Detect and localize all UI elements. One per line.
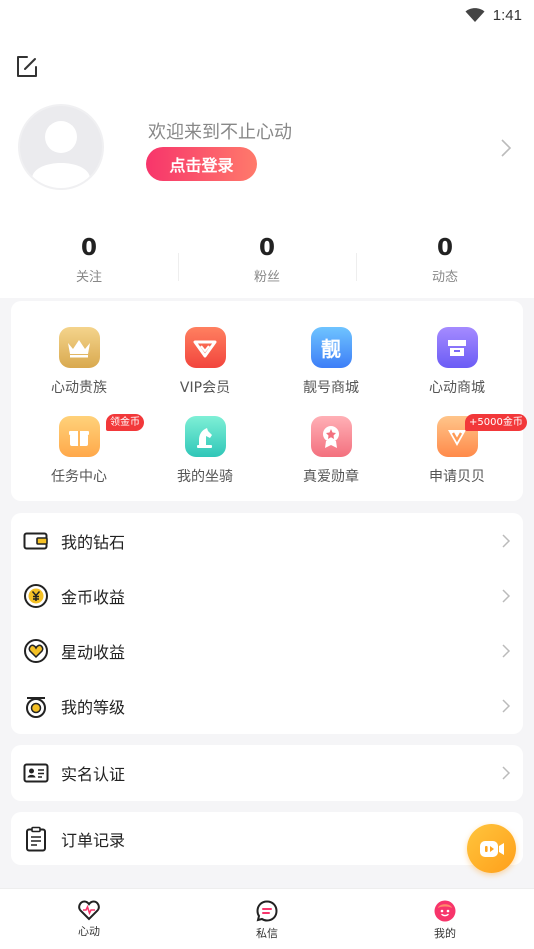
- feature-medal[interactable]: 真爱勋章: [267, 416, 395, 486]
- wallet-icon: [23, 528, 49, 554]
- level-icon: [23, 693, 49, 719]
- feature-label: 靓号商城: [303, 380, 359, 396]
- nav-tab-messages[interactable]: 私信: [178, 889, 356, 949]
- coin-reward-tag: 领金币: [106, 414, 144, 431]
- stat-follow[interactable]: 0 关注: [0, 233, 178, 293]
- menu-item-real-name[interactable]: 实名认证: [11, 745, 523, 801]
- feature-noble[interactable]: 心动贵族: [15, 327, 143, 397]
- feature-label: VIP会员: [179, 380, 231, 396]
- knight-icon: [184, 416, 226, 457]
- menu-item-star-income[interactable]: 星动收益: [11, 623, 523, 678]
- coin-bonus-tag: +5000金币: [465, 414, 527, 431]
- stat-label: 粉丝: [253, 270, 280, 285]
- stat-label: 动态: [431, 270, 458, 285]
- menu-item-label: 订单记录: [61, 830, 126, 850]
- yuan-coin-icon: [23, 583, 49, 609]
- me-face-icon: [434, 900, 456, 922]
- status-bar: 1:41: [0, 0, 534, 30]
- default-avatar-icon: [32, 121, 90, 188]
- menu-list: 我的钻石 金币收益 星动收益 我的等级: [11, 513, 523, 734]
- pretty-number-glyph: 靓: [321, 337, 341, 361]
- welcome-text: 欢迎来到不止心动: [148, 122, 292, 143]
- menu-item-label: 星动收益: [61, 642, 126, 662]
- heart-pulse-icon: [78, 900, 100, 921]
- menu-item-orders[interactable]: 订单记录: [11, 812, 523, 865]
- feature-label: 申请贝贝: [429, 469, 485, 485]
- feature-label: 真爱勋章: [303, 469, 359, 485]
- feature-label: 心动贵族: [51, 380, 107, 396]
- gift-box-icon: [58, 416, 100, 457]
- status-time: 1:41: [492, 6, 522, 24]
- feature-grid: 心动贵族 VIP会员 靓 靓号商城 心动商城 任务中心 领金币 我的坐骑 真爱勋…: [11, 301, 527, 501]
- feature-task-center[interactable]: 任务中心 领金币: [15, 414, 144, 486]
- menu-item-label: 我的等级: [61, 697, 126, 717]
- feature-label: 任务中心: [51, 469, 107, 485]
- menu-item-level[interactable]: 我的等级: [11, 678, 523, 733]
- feature-label: 心动商城: [429, 380, 485, 396]
- crown-icon: [58, 327, 100, 368]
- chevron-right-icon: [502, 698, 511, 713]
- stat-number: 0: [436, 235, 453, 261]
- edit-icon[interactable]: [14, 54, 40, 80]
- stat-number: 0: [80, 235, 97, 261]
- shop-icon: [436, 327, 478, 368]
- menu-item-coin-income[interactable]: 金币收益: [11, 568, 523, 623]
- message-icon: [256, 900, 278, 922]
- nav-label: 心动: [78, 925, 100, 938]
- chevron-right-icon: [502, 588, 511, 603]
- feature-pretty-number[interactable]: 靓 靓号商城: [267, 327, 395, 397]
- nav-label: 我的: [434, 927, 456, 940]
- feature-mount[interactable]: 我的坐骑: [141, 416, 269, 486]
- avatar[interactable]: [18, 104, 104, 190]
- verify-card: 实名认证: [11, 745, 523, 801]
- floating-live-button[interactable]: [467, 824, 516, 873]
- menu-item-label: 我的钻石: [61, 532, 126, 552]
- stat-label: 关注: [75, 270, 102, 285]
- chevron-right-icon: [502, 533, 511, 548]
- chevron-right-icon[interactable]: [500, 138, 512, 158]
- pretty-number-icon: 靓: [310, 327, 352, 368]
- login-button[interactable]: 点击登录: [146, 147, 257, 181]
- stats-row: 0 关注 0 粉丝 0 动态: [0, 233, 534, 293]
- menu-item-label: 实名认证: [61, 765, 126, 784]
- heart-coin-icon: [23, 638, 49, 664]
- nav-tab-me[interactable]: 我的: [356, 889, 534, 949]
- profile-header: 欢迎来到不止心动 点击登录 0 关注 0 粉丝 0 动态: [0, 30, 534, 298]
- nav-label: 私信: [256, 927, 278, 940]
- feature-vip[interactable]: VIP会员: [141, 327, 269, 397]
- orders-card: 订单记录: [11, 812, 523, 865]
- wifi-icon: [465, 8, 485, 22]
- id-card-icon: [23, 760, 49, 786]
- live-camera-icon: [479, 840, 504, 857]
- chevron-right-icon: [502, 643, 511, 658]
- chevron-right-icon: [502, 766, 511, 780]
- vip-diamond-icon: [184, 327, 226, 368]
- menu-item-label: 金币收益: [61, 587, 126, 607]
- feature-label: 我的坐骑: [177, 469, 233, 485]
- bottom-nav: 心动 私信 我的: [0, 888, 534, 949]
- feature-apply-beibei[interactable]: 申请贝贝 +5000金币: [393, 414, 527, 486]
- medal-icon: [310, 416, 352, 457]
- stat-posts[interactable]: 0 动态: [356, 233, 534, 293]
- feature-shop[interactable]: 心动商城: [393, 327, 521, 397]
- clipboard-icon: [23, 826, 49, 852]
- nav-tab-heartbeat[interactable]: 心动: [0, 889, 178, 949]
- stat-fans[interactable]: 0 粉丝: [178, 233, 356, 293]
- menu-item-diamonds[interactable]: 我的钻石: [11, 513, 523, 568]
- stat-number: 0: [258, 235, 275, 261]
